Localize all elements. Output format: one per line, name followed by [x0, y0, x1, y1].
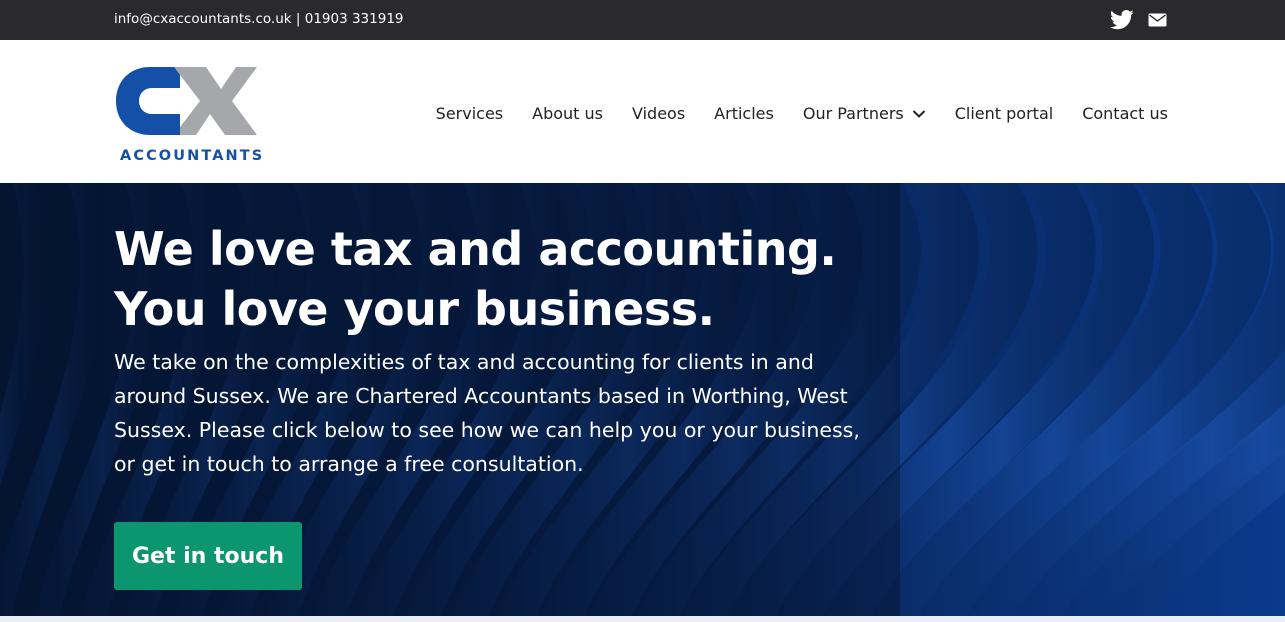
hero-title-line-2: You love your business. [114, 282, 715, 336]
hero-description: We take on the complexities of tax and a… [114, 350, 860, 476]
nav-contact-us[interactable]: Contact us [1082, 104, 1168, 123]
chevron-down-icon[interactable] [912, 109, 926, 119]
main-nav: Services About us Videos Articles Our Pa… [407, 104, 1168, 123]
logo-wordmark: ACCOUNTANTS [120, 148, 265, 164]
nav-about-us[interactable]: About us [532, 104, 603, 123]
hero-section: We love tax and accounting. You love you… [0, 183, 1285, 616]
contact-info: info@cxaccountants.co.uk | 01903 331919 [114, 11, 404, 27]
get-in-touch-button[interactable]: Get in touch [114, 522, 302, 590]
top-bar: info@cxaccountants.co.uk | 01903 331919 [0, 0, 1285, 40]
nav-our-partners-label: Our Partners [802, 104, 904, 123]
cx-logo[interactable]: ACCOUNTANTS [114, 64, 262, 168]
hero-title: We love tax and accounting. You love you… [114, 219, 837, 339]
nav-services[interactable]: Services [436, 104, 503, 123]
email-link[interactable]: info@cxaccountants.co.uk [114, 11, 292, 27]
site-header: ACCOUNTANTS Services About us Videos Art… [0, 40, 1285, 183]
nav-our-partners[interactable]: Our Partners [803, 104, 926, 123]
social-icons [1110, 9, 1170, 31]
mail-icon[interactable] [1148, 13, 1167, 27]
contact-separator: | [295, 11, 301, 27]
twitter-icon[interactable] [1110, 9, 1134, 31]
cx-logo-mark [116, 67, 257, 135]
nav-client-portal[interactable]: Client portal [955, 104, 1053, 123]
phone-link[interactable]: 01903 331919 [305, 11, 404, 27]
nav-videos[interactable]: Videos [632, 104, 685, 123]
section-divider [0, 616, 1285, 622]
nav-articles[interactable]: Articles [714, 104, 774, 123]
hero-title-line-1: We love tax and accounting. [114, 222, 837, 276]
